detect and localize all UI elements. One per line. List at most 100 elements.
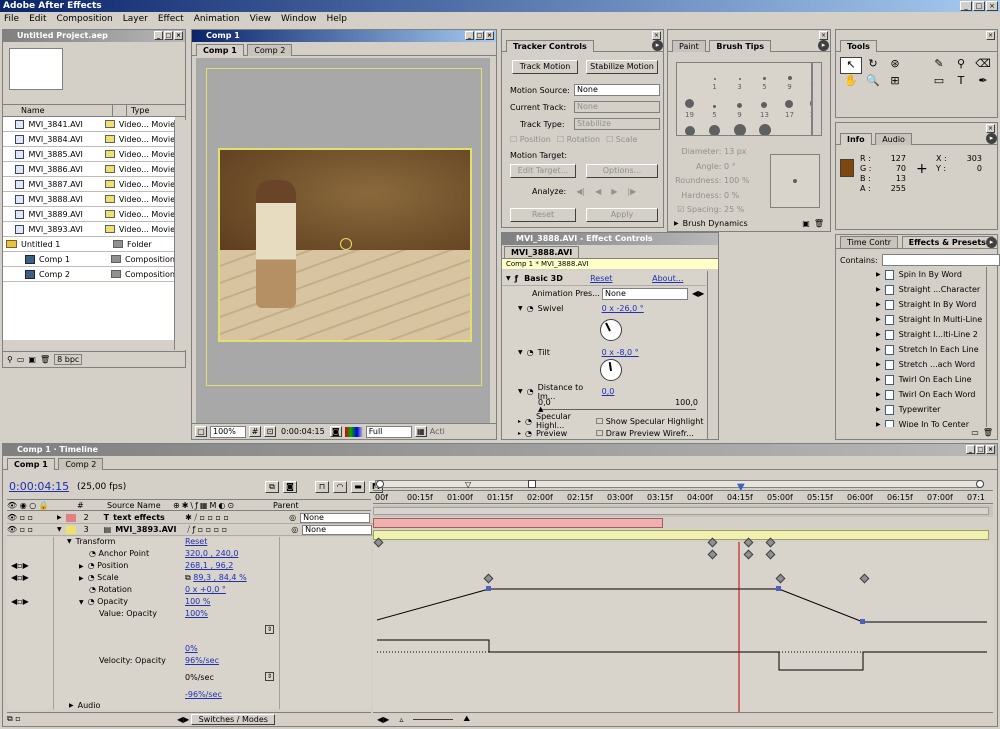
reset-button[interactable]: Reset — [510, 208, 576, 222]
layer-switches-icon[interactable]: ✱ ⧸ ▫ ▫ ▫ ▫ — [185, 513, 289, 523]
constrain-proportions-icon[interactable]: ⧉ — [185, 573, 191, 582]
panel-min-button[interactable]: _ — [465, 31, 474, 40]
layer-name[interactable]: MVI_3893.AVI — [115, 525, 187, 534]
footage-layer[interactable] — [218, 148, 472, 342]
zoom-out-icon[interactable]: ▵ — [399, 715, 403, 724]
stopwatch-icon[interactable]: ◔ — [88, 561, 95, 570]
preset-item[interactable]: ▶ Typewriter — [876, 402, 984, 417]
label-color-swatch[interactable] — [105, 180, 115, 188]
position-checkbox[interactable]: ☐ Position — [510, 135, 551, 144]
brush-tip[interactable]: 17 — [785, 91, 794, 119]
brush-tip[interactable]: 13 — [760, 91, 769, 119]
layer-parent-select[interactable]: None — [302, 524, 373, 535]
new-folder-icon[interactable]: ▭ — [971, 428, 979, 437]
delete-icon[interactable]: 🗑 — [983, 428, 993, 437]
keyframe-area[interactable] — [373, 537, 993, 722]
menu-view[interactable]: View — [250, 12, 271, 26]
delete-brush-icon[interactable]: 🗑 — [814, 219, 824, 228]
keyframe-nav-icon[interactable]: ◀▫▶ — [11, 561, 29, 570]
parent-pickwhip-icon[interactable]: ◎ — [289, 513, 296, 522]
distance-value[interactable]: 0,0 — [602, 387, 615, 396]
stopwatch-icon[interactable]: ◔ — [89, 549, 96, 558]
brush-tip[interactable]: 9 — [737, 91, 742, 119]
stopwatch-icon[interactable]: ◔ — [527, 304, 534, 313]
brush-tip[interactable]: 5 — [762, 63, 767, 91]
scale-value[interactable]: 89,3 , 84,4 % — [193, 573, 246, 582]
tracker-tab[interactable]: Tracker Controls — [506, 40, 594, 52]
panel-close-button[interactable]: × — [652, 31, 661, 40]
frame-blending-icon[interactable]: ▬ — [351, 481, 365, 493]
hand-tool-icon[interactable]: ✋ — [840, 74, 862, 91]
zoom-tool-icon[interactable]: 🔍 — [862, 74, 884, 91]
graph-scale-icon[interactable]: ⇕ — [265, 672, 274, 681]
expand-icon[interactable]: ▶ — [876, 286, 881, 293]
project-item[interactable]: Comp 2 Composition — [3, 267, 175, 282]
eraser-tool-icon[interactable]: ⌫ — [972, 57, 994, 74]
preset-item[interactable]: ▶ Straight In By Word — [876, 297, 984, 312]
stopwatch-icon[interactable]: ◔ — [89, 585, 96, 594]
menu-animation[interactable]: Animation — [194, 12, 240, 26]
menu-edit[interactable]: Edit — [29, 12, 46, 26]
brush-tool-icon[interactable]: ✎ — [928, 57, 950, 74]
bpc-label[interactable]: 8 bpc — [54, 354, 83, 365]
swivel-dial[interactable] — [600, 319, 622, 341]
info-tab[interactable]: Info — [840, 133, 872, 145]
expand-icon[interactable]: ▶ — [876, 361, 881, 368]
layer-bar-mvi-3893[interactable] — [373, 530, 989, 540]
track-motion-button[interactable]: Track Motion — [512, 60, 578, 74]
timeline-graph-area[interactable]: ▽ ▼ 00f 00:15f 01:00f 01:15f 02:00f 02:15f 03:… — [373, 476, 993, 726]
contains-input[interactable] — [881, 254, 1000, 266]
find-icon[interactable]: ⚲ — [7, 355, 13, 364]
comp-timecode[interactable]: 0:00:04:15 — [279, 427, 327, 436]
keyframe-nav-icon[interactable]: ◀▫▶ — [11, 573, 29, 582]
expand-icon[interactable]: ▶ — [876, 346, 881, 353]
brush-tip[interactable]: 3 — [737, 63, 742, 91]
hardness-value[interactable]: 0 % — [724, 189, 758, 204]
angle-value[interactable]: 0 ° — [724, 160, 758, 175]
layer-row-3[interactable]: 👁 ▫ ▫ ▼ 3 ▤ MVI_3893.AVI ⧸ ƒ ▫ ▫ ▫ ▫ ◎ N… — [7, 524, 379, 536]
project-scrollbar[interactable] — [174, 120, 186, 350]
label-color-swatch[interactable] — [111, 270, 121, 278]
menu-layer[interactable]: Layer — [123, 12, 148, 26]
brush-tip[interactable]: 1 — [712, 63, 717, 91]
time-ruler[interactable]: 00f 00:15f 01:00f 01:15f 02:00f 02:15f 03:00f 0… — [373, 490, 993, 504]
zoom-select[interactable]: 100% — [210, 425, 246, 438]
panel-menu-icon[interactable]: ▸ — [986, 237, 997, 248]
tools-tab[interactable]: Tools — [840, 40, 877, 52]
animation-presets-menu-icon[interactable]: ◀▶ — [692, 289, 704, 298]
parent-pickwhip-icon[interactable]: ◎ — [291, 525, 298, 534]
project-item[interactable]: MVI_3884.AVI Video... Movie — [3, 132, 175, 147]
label-color-swatch[interactable] — [105, 225, 115, 233]
fx-icon[interactable]: ƒ — [515, 274, 518, 283]
camera-orbit-tool-icon[interactable]: ⊛ — [884, 57, 906, 74]
analyze-forward-icon[interactable]: ▶ — [611, 187, 617, 196]
spacing-checkbox[interactable]: ☑ — [677, 205, 684, 214]
new-folder-icon[interactable]: ▭ — [17, 355, 25, 364]
effect-about-link[interactable]: About... — [652, 274, 683, 283]
switches-modes-button[interactable]: Switches / Modes — [191, 713, 276, 725]
rectangle-tool-icon[interactable]: ▭ — [928, 74, 950, 91]
label-color-swatch[interactable] — [105, 135, 115, 143]
options-button[interactable]: Options... — [586, 164, 658, 178]
track-type-select[interactable]: Stabilize — [574, 118, 660, 130]
project-item[interactable]: MVI_3885.AVI Video... Movie — [3, 147, 175, 162]
rotation-tool-icon[interactable]: ↻ — [862, 57, 884, 74]
position-value[interactable]: 268,1 , 96,2 — [185, 561, 233, 570]
roundness-value[interactable]: 100 % — [724, 174, 758, 189]
minimize-button[interactable]: _ — [960, 1, 972, 11]
project-item[interactable]: Untitled 1 Folder — [3, 237, 175, 252]
channels-icon[interactable] — [344, 426, 363, 437]
grid-icon[interactable]: ⊡ — [264, 426, 276, 437]
brush-tip[interactable]: 35 — [709, 119, 720, 135]
effects-list[interactable]: ▶ Spin In By Word ▶ Straight ...Character ▶ S… — [876, 267, 984, 427]
current-track-select[interactable]: None — [574, 101, 660, 113]
layer-switches-icon[interactable]: ⧸ ƒ ▫ ▫ ▫ ▫ — [187, 525, 291, 535]
delete-icon[interactable]: 🗑 — [40, 355, 50, 364]
maximize-button[interactable]: □ — [973, 1, 985, 11]
timeline-timecode[interactable]: 0:00:04:15 — [9, 480, 69, 493]
layer-number-header[interactable]: # — [77, 501, 97, 510]
preset-item[interactable]: ▶ Straight ...Character — [876, 282, 984, 297]
edit-target-button[interactable]: Edit Target... — [510, 164, 576, 178]
opacity-value[interactable]: 100 % — [185, 597, 210, 606]
anchor-point-value[interactable]: 320,0 , 240,0 — [185, 549, 238, 558]
